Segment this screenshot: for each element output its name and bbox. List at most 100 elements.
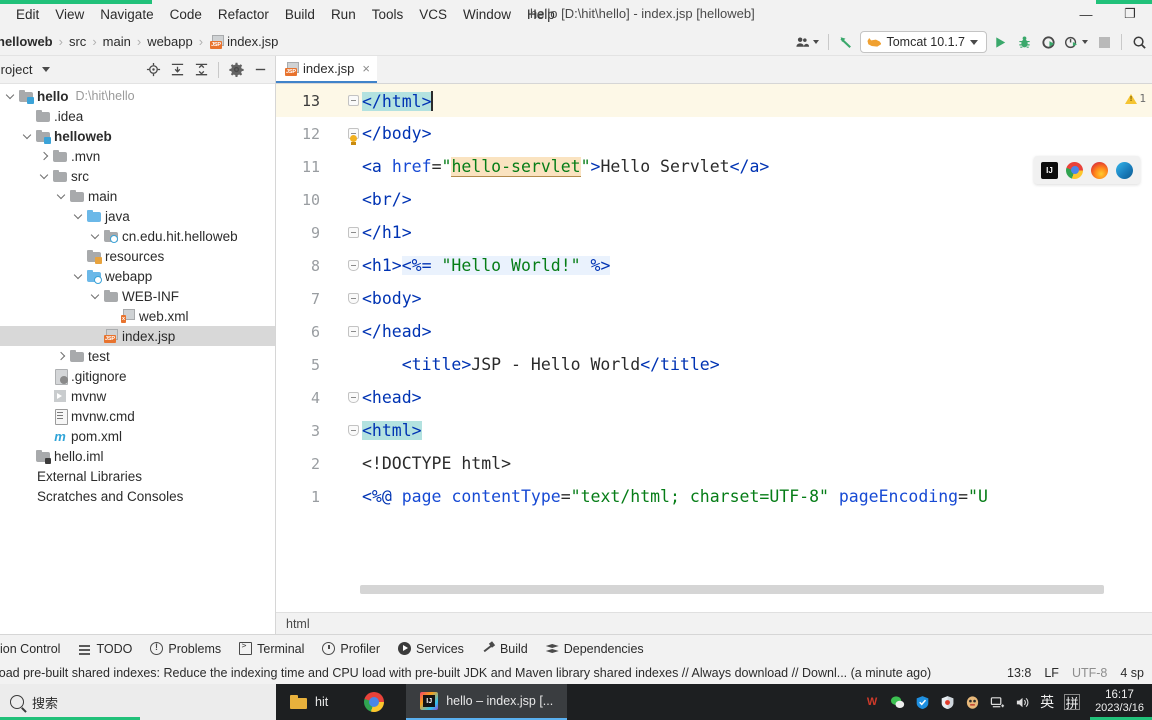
code-line[interactable]: 4 <head>	[276, 381, 1152, 414]
menu-item-tools[interactable]: Tools	[364, 4, 412, 25]
tree-item-helloweb[interactable]: helloweb	[0, 126, 275, 146]
code-line[interactable]: 9 </h1>	[276, 216, 1152, 249]
code-line[interactable]: 1 <%@ page contentType="text/html; charse…	[276, 480, 1152, 513]
code-line[interactable]: 10 <br/>	[276, 183, 1152, 216]
tree-item-pom-xml[interactable]: m pom.xml	[0, 426, 275, 446]
hide-panel-button[interactable]	[249, 59, 271, 81]
editor-breadcrumb-html[interactable]: html	[286, 617, 310, 631]
breadcrumb-index-jsp[interactable]: JSP index.jsp	[206, 32, 281, 52]
chevron-right-icon[interactable]	[38, 150, 51, 163]
breadcrumb-helloweb[interactable]: helloweb	[0, 32, 56, 51]
tool-window-services[interactable]: Services	[389, 639, 473, 659]
tool-window-version-control[interactable]: Version Control	[0, 639, 69, 659]
tree-item-java[interactable]: java	[0, 206, 275, 226]
antivirus-icon[interactable]	[939, 694, 955, 710]
code-line[interactable]: 8 <h1><%= "Hello World!" %>	[276, 249, 1152, 282]
tree-item-hello-iml[interactable]: hello.iml	[0, 446, 275, 466]
code-line[interactable]: 12 </body>	[276, 117, 1152, 150]
expand-all-button[interactable]	[166, 59, 188, 81]
close-icon[interactable]: ×	[362, 61, 370, 76]
menu-item-navigate[interactable]: Navigate	[92, 4, 161, 25]
chevron-right-icon[interactable]	[55, 350, 68, 363]
tree-item-hello[interactable]: hello D:\hit\hello	[0, 86, 275, 106]
chevron-down-icon[interactable]	[38, 170, 51, 183]
status-message[interactable]: load pre-built shared indexes: Reduce th…	[0, 666, 931, 680]
tree-item-cn-edu-hit-helloweb[interactable]: cn.edu.hit.helloweb	[0, 226, 275, 246]
tree-item--gitignore[interactable]: .gitignore	[0, 366, 275, 386]
chevron-down-icon[interactable]	[21, 130, 34, 143]
tree-item-src[interactable]: src	[0, 166, 275, 186]
taskbar-item-chrome[interactable]	[342, 684, 406, 720]
tree-item-web-xml[interactable]: x web.xml	[0, 306, 275, 326]
taskbar-item-hit[interactable]: hit	[276, 684, 342, 720]
chrome-icon[interactable]	[1066, 161, 1083, 179]
menu-item-vcs[interactable]: VCS	[411, 4, 455, 25]
fold-marker-icon[interactable]	[348, 425, 359, 436]
code-with-me-button[interactable]	[792, 30, 822, 54]
tree-item-index-jsp[interactable]: JSP index.jsp	[0, 326, 275, 346]
settings-button[interactable]	[225, 59, 247, 81]
tree-item-resources[interactable]: resources	[0, 246, 275, 266]
file-encoding[interactable]: UTF-8	[1072, 666, 1107, 680]
ime-en-icon[interactable]: 英	[1039, 694, 1055, 710]
qq-icon[interactable]	[964, 694, 980, 710]
menu-item-window[interactable]: Window	[455, 4, 519, 25]
code-line[interactable]: 5 <title>JSP - Hello World</title>	[276, 348, 1152, 381]
inspection-warning-indicator[interactable]: 1	[1125, 92, 1146, 105]
tree-item--idea[interactable]: .idea	[0, 106, 275, 126]
tool-window-terminal[interactable]: Terminal	[230, 639, 313, 659]
tree-item--mvn[interactable]: .mvn	[0, 146, 275, 166]
code-line[interactable]: 13 </html>	[276, 84, 1152, 117]
fold-marker-icon[interactable]	[348, 326, 359, 337]
intention-bulb-icon[interactable]	[348, 135, 359, 147]
locate-file-button[interactable]	[142, 59, 164, 81]
search-everywhere-button[interactable]	[1128, 30, 1150, 54]
tool-window-build[interactable]: Build	[473, 639, 537, 659]
code-editor[interactable]: 13 </html> 12 </body> 11 <a href="hello-servl…	[276, 84, 1152, 604]
fold-marker-icon[interactable]	[348, 95, 359, 106]
fold-marker-icon[interactable]	[348, 293, 359, 304]
line-separator[interactable]: LF	[1044, 666, 1059, 680]
tool-window-todo[interactable]: TODO	[69, 639, 141, 659]
tree-item-main[interactable]: main	[0, 186, 275, 206]
volume-icon[interactable]	[1014, 694, 1030, 710]
fold-marker-icon[interactable]	[348, 227, 359, 238]
tree-item-test[interactable]: test	[0, 346, 275, 366]
run-button[interactable]	[989, 30, 1011, 54]
tab-index-jsp[interactable]: JSP index.jsp ×	[276, 56, 377, 83]
breadcrumb-src[interactable]: src	[66, 32, 89, 51]
code-line[interactable]: 3 <html>	[276, 414, 1152, 447]
profile-button[interactable]	[1061, 30, 1091, 54]
code-line[interactable]: 2 <!DOCTYPE html>	[276, 447, 1152, 480]
tool-window-problems[interactable]: Problems	[141, 639, 230, 659]
tree-item-scratches-and-consoles[interactable]: Scratches and Consoles	[0, 486, 275, 506]
breadcrumb-main[interactable]: main	[100, 32, 134, 51]
chevron-down-icon[interactable]	[72, 270, 85, 283]
chevron-down-icon[interactable]	[72, 210, 85, 223]
menu-item-code[interactable]: Code	[162, 4, 210, 25]
run-configuration-selector[interactable]: Tomcat 10.1.7	[860, 31, 987, 53]
debug-button[interactable]	[1013, 30, 1035, 54]
code-line[interactable]: 7 <body>	[276, 282, 1152, 315]
chevron-down-icon[interactable]	[89, 230, 102, 243]
scrollbar-thumb[interactable]	[360, 585, 1104, 594]
menu-item-refactor[interactable]: Refactor	[210, 4, 277, 25]
intellij-icon[interactable]	[1041, 161, 1058, 179]
run-with-coverage-button[interactable]	[1037, 30, 1059, 54]
horizontal-scrollbar[interactable]	[360, 585, 1104, 594]
edge-icon[interactable]	[1116, 161, 1133, 179]
chevron-down-icon[interactable]	[4, 90, 17, 103]
security-shield-icon[interactable]	[914, 694, 930, 710]
menu-item-run[interactable]: Run	[323, 4, 364, 25]
fold-marker-icon[interactable]	[348, 392, 359, 403]
collapse-all-button[interactable]	[190, 59, 212, 81]
updates-button[interactable]	[835, 30, 858, 54]
wps-icon[interactable]: W	[864, 694, 880, 710]
caret-position[interactable]: 13:8	[1007, 666, 1031, 680]
menu-item-build[interactable]: Build	[277, 4, 323, 25]
tree-item-external-libraries[interactable]: External Libraries	[0, 466, 275, 486]
network-icon[interactable]	[989, 694, 1005, 710]
tree-item-web-inf[interactable]: WEB-INF	[0, 286, 275, 306]
breadcrumb-webapp[interactable]: webapp	[144, 32, 196, 51]
wechat-icon[interactable]	[889, 694, 905, 710]
